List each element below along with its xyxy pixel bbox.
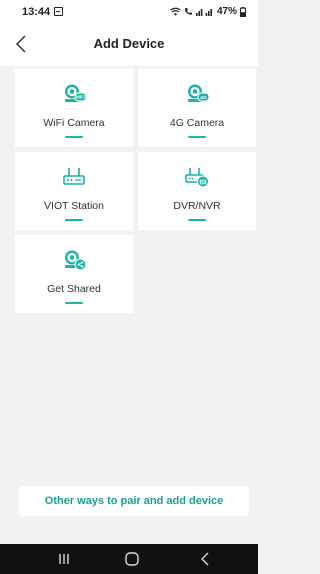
- accent-underline: [188, 219, 206, 221]
- device-label: 4G Camera: [169, 117, 225, 129]
- 4g-badge-text: 4G: [200, 95, 207, 101]
- dvr-icon: [185, 168, 209, 188]
- header: Add Device: [0, 24, 258, 66]
- device-label: DVR/NVR: [173, 200, 221, 212]
- device-label: Get Shared: [47, 283, 101, 295]
- signal-icon: [195, 9, 212, 16]
- wifi-badge-text: WiFi: [76, 95, 85, 100]
- viot-station-card[interactable]: VIOT Station: [15, 152, 133, 230]
- shared-camera-icon: [65, 250, 86, 271]
- wifi-camera-card[interactable]: WiFi WiFi Camera: [15, 69, 133, 147]
- back-nav-icon[interactable]: [196, 550, 216, 568]
- wifi-camera-icon: WiFi: [65, 84, 86, 102]
- status-time: 13:44: [22, 6, 51, 18]
- call-icon: [185, 8, 192, 15]
- accent-underline: [65, 219, 83, 221]
- home-icon[interactable]: [122, 550, 142, 568]
- station-icon: [63, 168, 85, 185]
- accent-underline: [65, 302, 83, 304]
- accent-underline: [188, 136, 206, 138]
- device-label: WiFi Camera: [43, 117, 105, 129]
- device-label: VIOT Station: [44, 200, 104, 212]
- gallery-icon: [54, 7, 63, 16]
- battery-icon: [240, 6, 246, 17]
- dvr-nvr-card[interactable]: DVR/NVR: [138, 152, 256, 230]
- 4g-camera-icon: 4G: [188, 84, 209, 102]
- accent-underline: [65, 136, 83, 138]
- wifi-icon: [170, 7, 181, 16]
- get-shared-card[interactable]: Get Shared: [15, 235, 133, 313]
- status-icons: 47%: [170, 6, 246, 17]
- page-title: Add Device: [93, 36, 165, 51]
- recent-apps-icon[interactable]: [54, 550, 74, 568]
- status-bar: 13:44 47%: [0, 0, 258, 24]
- 4g-camera-card[interactable]: 4G 4G Camera: [138, 69, 256, 147]
- battery-percent: 47%: [216, 6, 237, 17]
- system-nav-bar: [0, 544, 258, 574]
- other-ways-button[interactable]: Other ways to pair and add device: [19, 486, 249, 516]
